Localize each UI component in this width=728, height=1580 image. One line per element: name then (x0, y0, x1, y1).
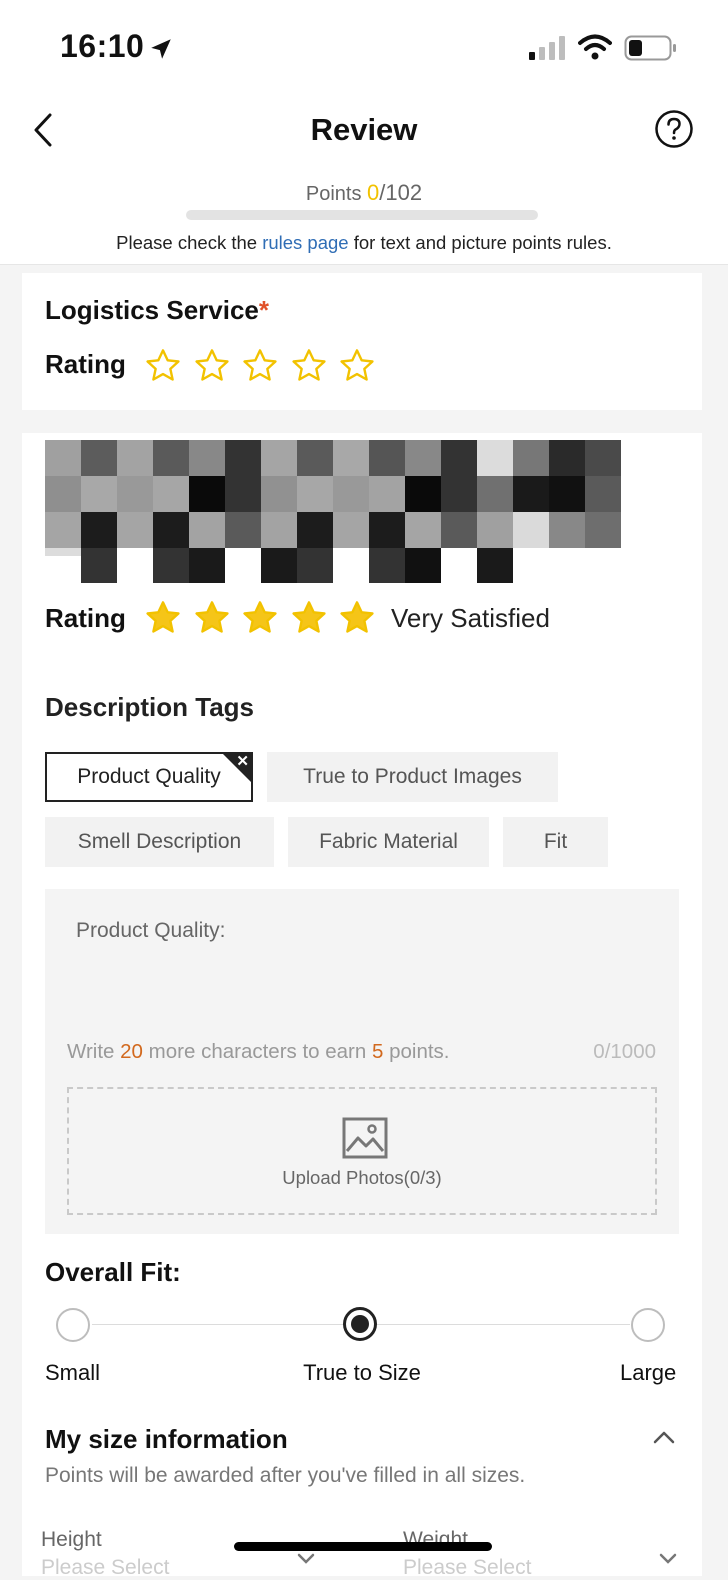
status-time: 16:10 (60, 28, 145, 64)
location-arrow-icon (151, 39, 171, 59)
star-icon[interactable] (145, 348, 181, 384)
textarea-hint: Write 20 more characters to earn 5 point… (67, 1040, 450, 1064)
height-chevron-down-icon[interactable] (296, 1552, 316, 1566)
tag-label: Product Quality (77, 765, 221, 788)
points-label: Points (305, 183, 362, 205)
logistics-rating-label: Rating (45, 349, 126, 379)
rules-prefix: Please check the (116, 232, 263, 253)
star-icon[interactable] (194, 600, 230, 636)
pixelated-product-info (45, 440, 625, 583)
height-label: Height (41, 1528, 102, 1551)
upload-label: Upload Photos(0/3) (282, 1167, 442, 1188)
wifi-icon (578, 34, 612, 60)
points-max: /102 (379, 180, 423, 205)
hint-middle: more characters to earn (142, 1040, 372, 1063)
battery-icon (624, 35, 676, 61)
star-icon[interactable] (242, 348, 278, 384)
weight-select[interactable]: Please Select (403, 1556, 531, 1580)
fit-option-true-to-size[interactable] (343, 1307, 377, 1341)
hint-points: 5 (371, 1040, 384, 1063)
pixelation-mosaic (45, 440, 621, 583)
tag-label: Smell Description (77, 830, 242, 853)
review-header: Review Points 0/102 Please check the rul… (0, 96, 728, 265)
page-title: Review (310, 112, 418, 147)
weight-chevron-down-icon[interactable] (658, 1552, 678, 1566)
status-bar: 16:10 (0, 0, 728, 96)
rules-suffix: for text and picture points rules. (348, 232, 612, 253)
rules-page-link[interactable]: rules page (262, 232, 348, 253)
tag-fabric-material[interactable]: Fabric Material (288, 817, 489, 867)
star-icon[interactable] (339, 348, 375, 384)
height-select[interactable]: Please Select (41, 1556, 169, 1580)
size-info-subtitle: Points will be awarded after you've fill… (45, 1464, 526, 1487)
logistics-card: Logistics Service* Rating (22, 273, 702, 410)
required-mark: * (258, 295, 270, 325)
tag-label: True to Product Images (303, 765, 522, 788)
fit-option-large[interactable] (631, 1308, 665, 1342)
product-rating-label: Rating (45, 603, 126, 633)
fit-option-small[interactable] (56, 1308, 90, 1342)
rating-text: Very Satisfied (391, 603, 550, 633)
points-progress-bar (186, 210, 538, 220)
rules-notice: Please check the rules page for text and… (0, 232, 728, 254)
logistics-title-text: Logistics Service (45, 295, 259, 325)
overall-fit-title: Overall Fit: (45, 1257, 181, 1287)
fit-label-large: Large (620, 1360, 677, 1385)
size-info-title: My size information (45, 1424, 288, 1454)
star-icon[interactable] (242, 600, 278, 636)
points-current: 0 (367, 180, 380, 205)
star-icon[interactable] (291, 600, 327, 636)
hint-prefix: Write (67, 1040, 121, 1063)
star-icon[interactable] (291, 348, 327, 384)
tag-product-quality[interactable]: Product Quality ✕ (45, 752, 253, 802)
tag-true-to-product-images[interactable]: True to Product Images (267, 752, 558, 802)
points-summary: Points 0/102 (0, 180, 728, 206)
description-tags-title: Description Tags (45, 692, 255, 722)
tag-fit[interactable]: Fit (503, 817, 608, 867)
remove-tag-icon[interactable]: ✕ (236, 752, 249, 770)
chevron-up-icon[interactable] (652, 1429, 676, 1445)
hint-chars: 20 (120, 1040, 143, 1063)
hint-suffix: points. (383, 1040, 450, 1063)
fit-label-true-to-size: True to Size (303, 1360, 421, 1385)
star-icon[interactable] (145, 600, 181, 636)
tag-label: Fabric Material (319, 830, 458, 853)
tag-label: Fit (543, 830, 568, 853)
textarea-label: Product Quality: (76, 919, 226, 942)
star-icon[interactable] (339, 600, 375, 636)
fit-label-small: Small (45, 1360, 101, 1385)
star-icon[interactable] (194, 348, 230, 384)
tag-smell-description[interactable]: Smell Description (45, 817, 274, 867)
home-indicator (234, 1542, 492, 1551)
cellular-signal-icon (529, 36, 565, 60)
image-icon (342, 1117, 388, 1159)
character-counter: 0/1000 (593, 1040, 656, 1063)
logistics-title: Logistics Service* (45, 295, 269, 326)
upload-photos-button[interactable]: Upload Photos(0/3) (67, 1087, 657, 1215)
help-icon[interactable] (654, 109, 694, 149)
